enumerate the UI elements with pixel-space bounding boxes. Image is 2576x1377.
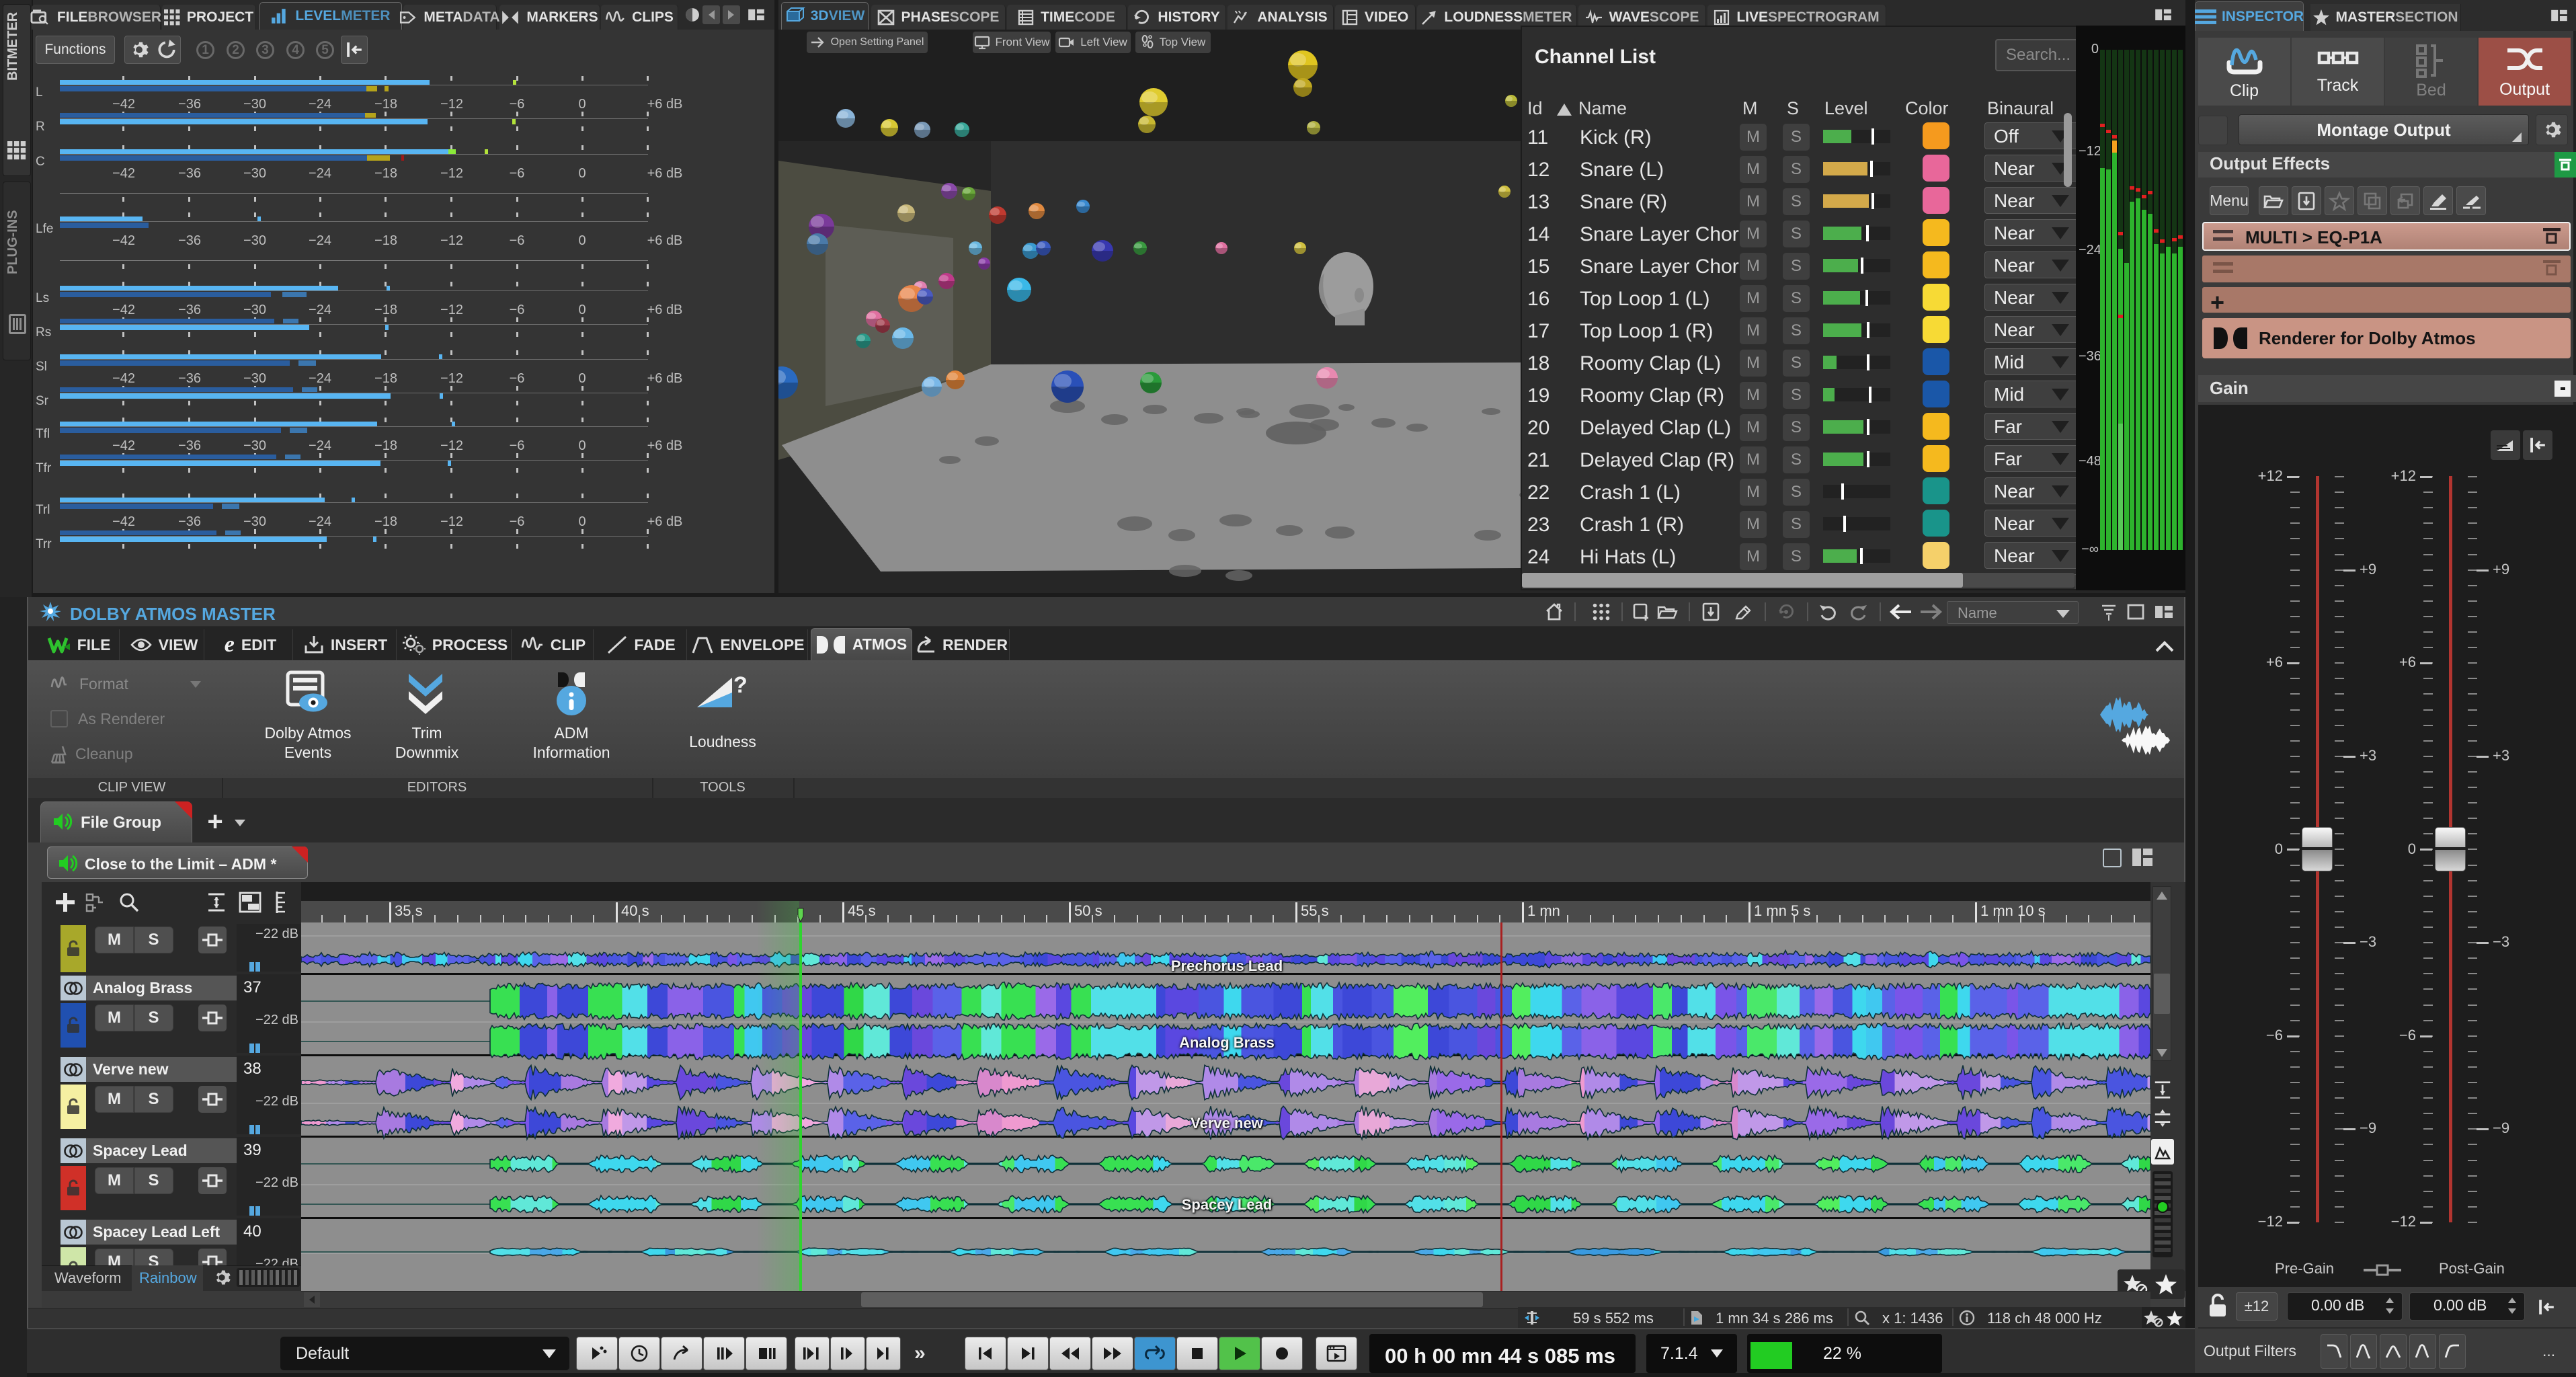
svg-text:?: ? [733,672,748,698]
